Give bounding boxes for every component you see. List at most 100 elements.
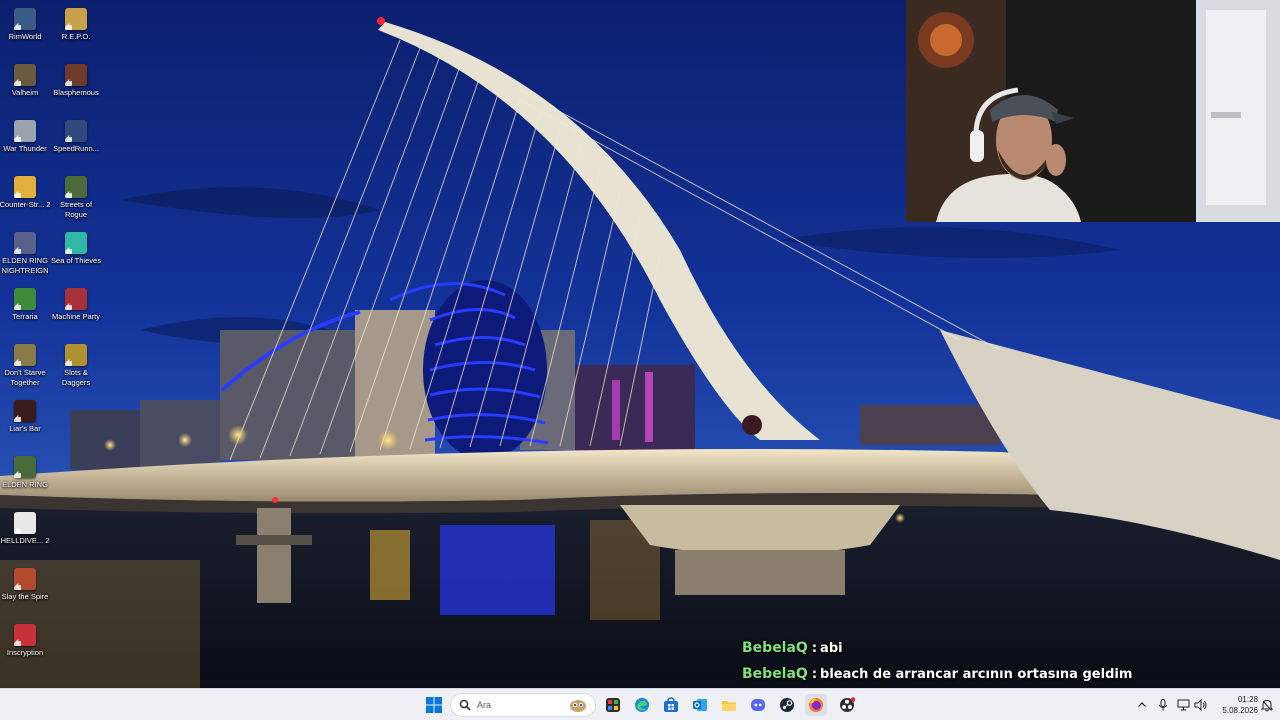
streets-of-rogue-icon (65, 176, 87, 198)
notification-bell-icon (1261, 699, 1273, 711)
desktop-icon-label: ELDEN RING (2, 480, 48, 489)
desktop-icon-slots-and-daggers[interactable]: Slots & Daggers (51, 340, 101, 396)
sea-of-thieves-icon (65, 232, 87, 254)
taskbar-app-file-explorer[interactable] (718, 694, 740, 716)
inscryption-icon (14, 624, 36, 646)
terraria-icon (14, 288, 36, 310)
desktop-icon-elden-ring[interactable]: ELDEN RING (0, 452, 50, 508)
desktop-icon-war-thunder[interactable]: War Thunder (0, 116, 50, 172)
search-placeholder: Ara (477, 700, 492, 710)
obs-icon (840, 697, 855, 712)
chat-separator: : (811, 641, 818, 656)
speedrunners-icon (65, 120, 87, 142)
windows-start-icon (426, 697, 442, 713)
chat-username: BebelaQ (742, 640, 808, 656)
desktop-icon-label: Sea of Thieves (51, 256, 101, 265)
desktop-icon-label: Blasphemous (53, 88, 99, 97)
desktop-icon-label: Streets of Rogue (59, 200, 93, 219)
desktop-icon-label: R.E.P.O. (61, 32, 91, 41)
taskbar-search-box[interactable]: Ara (450, 693, 596, 717)
volume-tray-button[interactable] (1191, 695, 1209, 715)
task-view-icon (606, 698, 620, 712)
taskbar-app-steam[interactable] (776, 694, 798, 716)
steam-icon (780, 698, 794, 712)
taskbar-app-discord[interactable] (747, 694, 769, 716)
chevron-up-icon (1138, 702, 1146, 707)
microphone-tray-button[interactable] (1154, 695, 1172, 715)
notifications-button[interactable] (1258, 695, 1276, 715)
microphone-icon (1158, 699, 1168, 711)
desktop-icon-label: ELDEN RING NIGHTREIGN (1, 256, 49, 275)
desktop-icon-counter-strike-2[interactable]: Counter-Str... 2 (0, 172, 50, 228)
taskbar-app-firefox[interactable] (805, 694, 827, 716)
edge-icon (635, 698, 649, 712)
desktop-icon-repo[interactable]: R.E.P.O. (51, 4, 101, 60)
taskbar-app-task-view[interactable] (602, 694, 624, 716)
valheim-icon (14, 64, 36, 86)
taskbar: Ara 01:28 5.08.2026 (0, 688, 1280, 720)
desktop-icon-blasphemous[interactable]: Blasphemous (51, 60, 101, 116)
desktop-icon-speedrunners[interactable]: SpeedRunn... (51, 116, 101, 172)
webcam-overlay (906, 0, 1280, 222)
search-icon (459, 699, 471, 711)
desktop-icon-label: Liar's Bar (9, 424, 41, 433)
start-button[interactable] (423, 694, 445, 716)
desktop-icon-label: RimWorld (8, 32, 42, 41)
desktop-icon-dont-starve-together[interactable]: Don't Starve Together (0, 340, 50, 396)
desktop-icon-liars-bar[interactable]: Liar's Bar (0, 396, 50, 452)
webcam-feed (906, 0, 1280, 222)
discord-icon (751, 699, 765, 711)
chat-message: BebelaQ: bleach de arrancar arcının ortas… (742, 664, 1222, 690)
desktop-icon-valheim[interactable]: Valheim (0, 60, 50, 116)
desktop-icon-terraria[interactable]: Terraria (0, 284, 50, 340)
slay-the-spire-icon (14, 568, 36, 590)
outlook-icon (693, 699, 707, 711)
folder-icon (722, 701, 736, 711)
desktop-icon-streets-of-rogue[interactable]: Streets of Rogue (51, 172, 101, 228)
desktop-icon-label: SpeedRunn... (53, 144, 99, 153)
dont-starve-icon (14, 344, 36, 366)
stream-chat-overlay: BebelaQ: abi BebelaQ: bleach de arrancar a… (742, 638, 1222, 690)
desktop-icon-label: Terraria (12, 312, 38, 321)
desktop-icon-sea-of-thieves[interactable]: Sea of Thieves (51, 228, 101, 284)
network-tray-button[interactable] (1174, 695, 1192, 715)
desktop-icon-label: Machine Party (52, 312, 100, 321)
desktop-icon-label: Don't Starve Together (4, 368, 46, 387)
show-hidden-icons-button[interactable] (1133, 695, 1151, 715)
blasphemous-icon (65, 64, 87, 86)
desktop-icon-label: War Thunder (3, 144, 47, 153)
chat-message: BebelaQ: abi (742, 638, 1222, 664)
chat-text: bleach de arrancar arcının ortasına geld… (820, 667, 1133, 682)
desktop-icon-rimworld[interactable]: RimWorld (0, 4, 50, 60)
desktop-icon-label: Slay the Spire (1, 592, 49, 601)
clock-date: 5.08.2026 (1222, 706, 1258, 715)
speaker-icon (1194, 699, 1206, 711)
taskbar-app-edge[interactable] (631, 694, 653, 716)
elden-ring-nightreign-icon (14, 232, 36, 254)
war-thunder-icon (14, 120, 36, 142)
liars-bar-icon (14, 400, 36, 422)
rimworld-icon (14, 8, 36, 30)
clock-time: 01:28 (1237, 695, 1258, 704)
elden-ring-icon (14, 456, 36, 478)
repo-icon (65, 8, 87, 30)
taskbar-clock[interactable]: 01:28 5.08.2026 (1210, 694, 1258, 716)
counter-strike-icon (14, 176, 36, 198)
taskbar-app-store[interactable] (660, 694, 682, 716)
desktop-icon-grid: RimWorld R.E.P.O. Valheim Blasphemous Wa… (0, 0, 102, 688)
taskbar-app-outlook[interactable] (689, 694, 711, 716)
network-icon (1177, 699, 1189, 711)
chat-separator: : (811, 667, 818, 682)
desktop-icon-label: Slots & Daggers (61, 368, 91, 387)
desktop-icon-slay-the-spire[interactable]: Slay the Spire (0, 564, 50, 620)
search-highlight-icon (570, 700, 586, 712)
chat-username: BebelaQ (742, 666, 808, 682)
desktop-icon-elden-ring-nightreign[interactable]: ELDEN RING NIGHTREIGN (0, 228, 50, 284)
helldivers-icon (14, 512, 36, 534)
store-icon (664, 697, 678, 712)
desktop-icon-inscryption[interactable]: Inscryption (0, 620, 50, 676)
desktop-icon-helldivers-2[interactable]: HELLDIVE... 2 (0, 508, 50, 564)
desktop-icon-machine-party[interactable]: Machine Party (51, 284, 101, 340)
firefox-icon (809, 698, 823, 712)
taskbar-app-obs[interactable] (836, 694, 858, 716)
